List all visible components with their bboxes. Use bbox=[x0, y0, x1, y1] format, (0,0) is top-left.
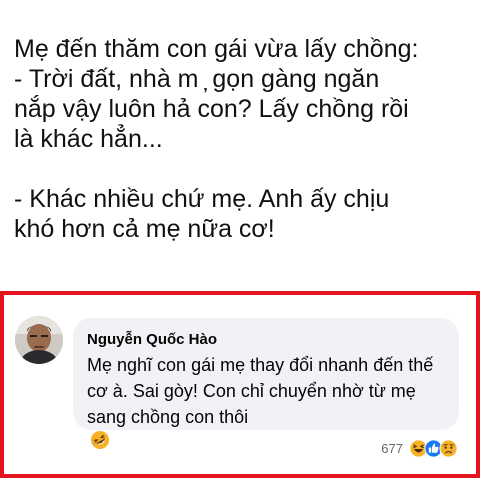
reaction-count: 677 bbox=[381, 440, 403, 456]
post-line: khó hơn cả mẹ nữa cơ! bbox=[14, 215, 275, 243]
avatar-photo bbox=[15, 316, 63, 364]
post-body: Mẹ đến thăm con gái vừa lấy chồng: - Trờ… bbox=[0, 0, 480, 290]
comment-line: Mẹ nghĩ con gái mẹ thay đổi nhanh đến th… bbox=[87, 355, 434, 375]
post-line: - Khác nhiều chứ mẹ. Anh ấy chịu bbox=[14, 185, 390, 213]
comment-line-text: sang chồng con thôi bbox=[87, 407, 249, 427]
comment-line: cơ à. Sai gòy! Con chỉ chuyển nhờ từ mẹ bbox=[87, 381, 416, 401]
comment-author[interactable]: Nguyễn Quốc Hào bbox=[87, 330, 447, 349]
sad-reaction-icon bbox=[439, 438, 458, 458]
comment-bubble: Nguyễn Quốc Hào Mẹ nghĩ con gái mẹ thay … bbox=[73, 318, 459, 449]
avatar[interactable] bbox=[15, 316, 63, 364]
reaction-summary[interactable]: 677 bbox=[381, 437, 458, 459]
reaction-icons bbox=[409, 438, 458, 458]
post-line: là khác hẳn... bbox=[14, 125, 163, 153]
post-line: - Trời đất, nhà m ̦ gọn gàng ngăn bbox=[14, 65, 380, 93]
post-line: nắp vậy luôn hả con? Lấy chồng rồi bbox=[14, 95, 409, 123]
post-text: Mẹ đến thăm con gái vừa lấy chồng: - Trờ… bbox=[14, 34, 476, 244]
highlighted-comment-frame: Nguyễn Quốc Hào Mẹ nghĩ con gái mẹ thay … bbox=[0, 291, 480, 478]
post-line: Mẹ đến thăm con gái vừa lấy chồng: bbox=[14, 35, 419, 63]
